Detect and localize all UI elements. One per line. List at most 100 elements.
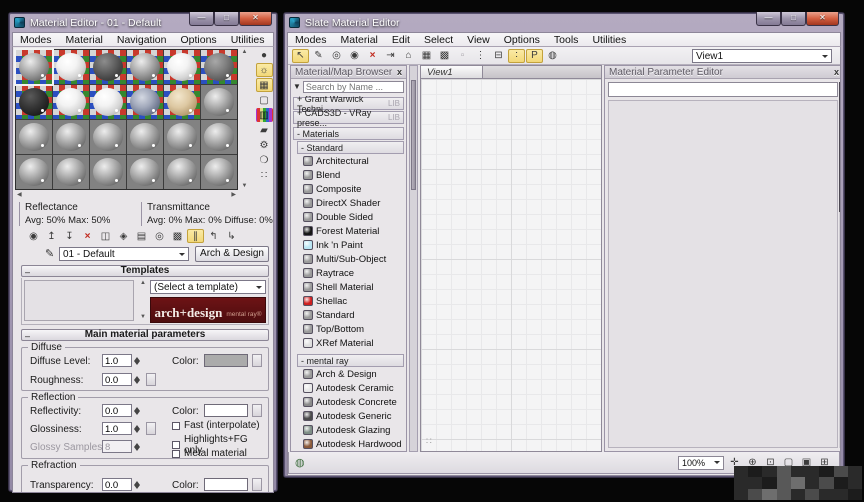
glossiness-spinner[interactable]: 1.0 (102, 422, 141, 435)
material-slot[interactable] (164, 50, 200, 84)
material-slot[interactable] (201, 50, 237, 84)
collapse-icon[interactable]: – (25, 267, 30, 277)
material-list-item[interactable]: Autodesk Concrete (291, 395, 406, 409)
template-select-dropdown[interactable]: (Select a template) (150, 280, 266, 294)
material-list-item[interactable]: Double Sided (291, 210, 406, 224)
reflectivity-spinner[interactable]: 0.0 (102, 404, 141, 417)
material-list-item[interactable]: Shell Material (291, 280, 406, 294)
menu-item[interactable]: Options (497, 34, 547, 46)
menu-item[interactable]: Tools (547, 34, 586, 46)
material-list-item[interactable]: Autodesk Generic (291, 409, 406, 423)
view-tab[interactable]: View1 (421, 66, 483, 78)
collapse-icon[interactable]: – (25, 331, 30, 341)
left-titlebar[interactable]: Material Editor - 01 - Default — □ ✕ (12, 12, 274, 32)
material-list-item[interactable]: DirectX Shader (291, 196, 406, 210)
material-list-item[interactable]: Shellac (291, 294, 406, 308)
refraction-color-map-button[interactable] (252, 478, 262, 491)
view-selector-dropdown[interactable]: View1 (692, 49, 832, 63)
menu-item[interactable]: Select (417, 34, 460, 46)
material-slot[interactable] (16, 155, 52, 189)
scroll-right-icon[interactable]: ▶ (231, 192, 236, 199)
status-material-icon[interactable]: ◍ (295, 456, 305, 469)
menu-item[interactable]: Material (334, 34, 385, 46)
roughness-map-button[interactable] (146, 373, 156, 386)
material-slot[interactable] (16, 120, 52, 154)
material-list-item[interactable]: Composite (291, 182, 406, 196)
menu-item[interactable]: Utilities (224, 34, 272, 46)
material-type-button[interactable]: Arch & Design (195, 246, 269, 262)
library-row[interactable]: + CADS3D - VRay prese... LIB (293, 108, 404, 128)
material-list-item[interactable]: Top/Bottom (291, 322, 406, 336)
material-slot[interactable] (90, 85, 126, 119)
diffuse-level-spinner[interactable]: 1.0 (102, 354, 141, 367)
minimize-button[interactable]: — (756, 12, 781, 26)
material-slot[interactable] (164, 155, 200, 189)
material-list-item[interactable]: Multi/Sub-Object (291, 252, 406, 266)
material-list-item[interactable]: Ink 'n Paint (291, 238, 406, 252)
menu-item[interactable]: Navigation (110, 34, 174, 46)
material-slot[interactable] (127, 85, 163, 119)
material-slot[interactable] (127, 120, 163, 154)
zoom-level-dropdown[interactable]: 100% (678, 455, 724, 470)
material-slot[interactable] (201, 155, 237, 189)
menu-item[interactable]: Edit (385, 34, 417, 46)
material-slot[interactable] (16, 85, 52, 119)
menu-item[interactable]: Options (174, 34, 224, 46)
pick-material-eyedropper-icon[interactable]: ✎ (45, 247, 54, 260)
material-slot[interactable] (164, 85, 200, 119)
diffuse-color-swatch[interactable] (204, 354, 248, 367)
standard-group-header[interactable]: - Standard (297, 141, 404, 154)
menu-item[interactable]: Modes (13, 34, 59, 46)
material-slot[interactable] (164, 120, 200, 154)
material-slot[interactable] (201, 85, 237, 119)
right-titlebar[interactable]: Slate Material Editor — □ ✕ (287, 12, 841, 32)
maximize-button[interactable]: □ (781, 12, 806, 26)
material-list-item[interactable]: Forest Material (291, 224, 406, 238)
maximize-button[interactable]: □ (214, 12, 239, 26)
param-editor-scrollbar[interactable] (839, 82, 840, 448)
close-button[interactable]: ✕ (806, 12, 839, 26)
material-slot[interactable] (127, 155, 163, 189)
material-list-item[interactable]: Blend (291, 168, 406, 182)
material-slot[interactable] (53, 50, 89, 84)
roughness-spinner[interactable]: 0.0 (102, 373, 141, 386)
sample-horizontal-scroll[interactable]: ◀ ▶ (15, 191, 238, 200)
menu-item[interactable]: View (460, 34, 497, 46)
metal-material-checkbox[interactable]: Metal material (172, 448, 247, 459)
material-slot[interactable] (53, 85, 89, 119)
refraction-color-swatch[interactable] (204, 478, 248, 491)
parameter-name-input[interactable] (608, 82, 838, 97)
node-view-canvas[interactable]: ∷ (420, 79, 602, 452)
view-navigator-icon[interactable]: ∷ (426, 436, 432, 447)
fast-interpolate-checkbox[interactable]: Fast (interpolate) (172, 420, 260, 431)
filter-icon[interactable]: ▼ (293, 82, 301, 91)
material-list-item[interactable]: Autodesk Ceramic (291, 381, 406, 395)
material-list-item[interactable]: XRef Material (291, 336, 406, 350)
scroll-down-icon[interactable]: ▼ (242, 183, 248, 190)
transparency-spinner[interactable]: 0.0 (102, 478, 141, 491)
material-list-item[interactable]: Raytrace (291, 266, 406, 280)
material-slot[interactable] (90, 50, 126, 84)
material-slot[interactable] (90, 155, 126, 189)
materials-group-header[interactable]: - Materials (293, 127, 404, 140)
reflection-color-map-button[interactable] (252, 404, 262, 417)
scroll-up-icon[interactable]: ▲ (242, 49, 248, 56)
material-list-item[interactable]: Arch & Design (291, 367, 406, 381)
close-button[interactable]: ✕ (239, 12, 272, 26)
material-list-item[interactable]: Autodesk Glazing (291, 423, 406, 437)
material-slot[interactable] (53, 120, 89, 154)
menu-item[interactable]: Modes (288, 34, 334, 46)
close-panel-icon[interactable]: x (834, 67, 839, 77)
material-name-dropdown[interactable]: 01 - Default (59, 247, 189, 261)
minimize-button[interactable]: — (189, 12, 214, 26)
template-preview-arrows[interactable]: ▲ ▼ (138, 280, 148, 321)
material-slot[interactable] (201, 120, 237, 154)
templates-rollout-header[interactable]: – Templates (21, 265, 269, 277)
glossiness-map-button[interactable] (146, 422, 156, 435)
reflection-color-swatch[interactable] (204, 404, 248, 417)
mentalray-group-header[interactable]: - mental ray (297, 354, 404, 367)
main-params-rollout-header[interactable]: – Main material parameters (21, 329, 269, 341)
scroll-left-icon[interactable]: ◀ (17, 192, 22, 199)
material-list-item[interactable]: Autodesk Hardwood (291, 437, 406, 451)
material-slot[interactable] (53, 155, 89, 189)
